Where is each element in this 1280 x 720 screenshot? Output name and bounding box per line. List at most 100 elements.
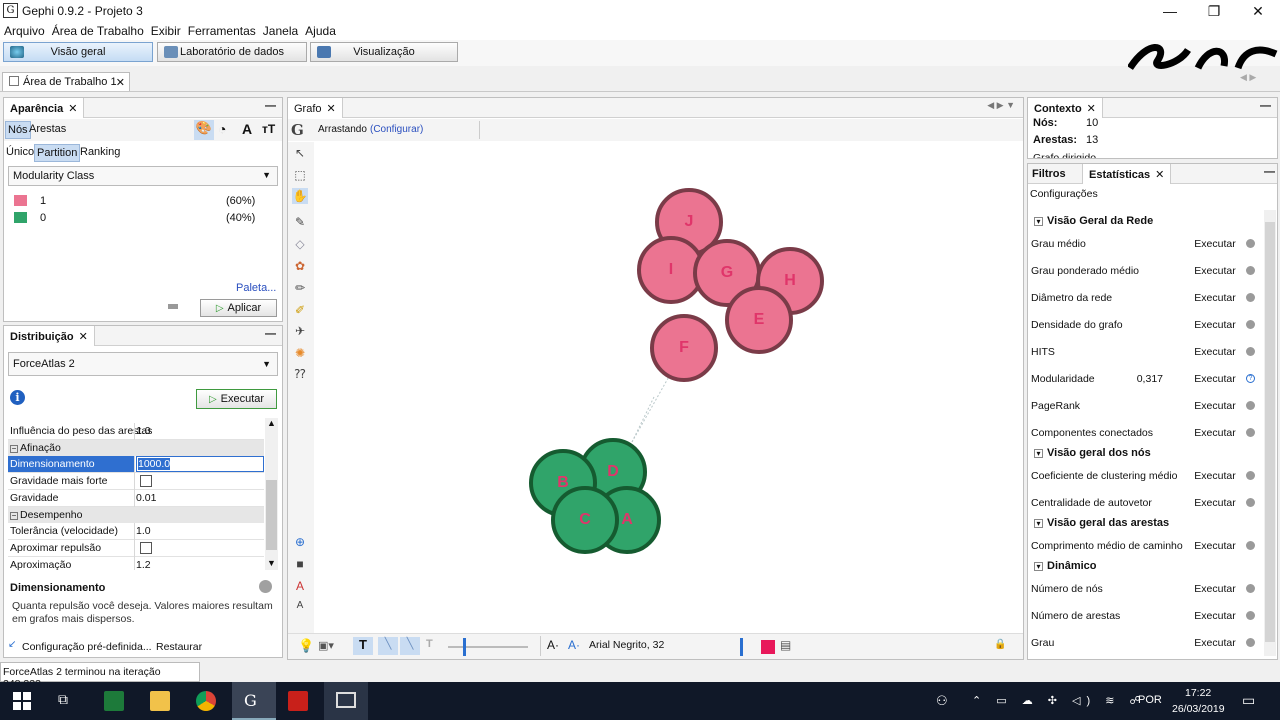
edit-node-icon[interactable]: ⁇ [292, 366, 308, 382]
tab-layout[interactable]: Distribuição ✕ [4, 326, 95, 346]
system-tray-icons[interactable]: ⌃ ▭ ☁ ✣ ◁) ≋ ☍ [972, 694, 1147, 707]
label-size-mode-icon[interactable]: T [426, 638, 433, 650]
property-value[interactable]: 0.01 [136, 492, 156, 504]
scrollbar-thumb[interactable] [266, 480, 277, 550]
preview-button[interactable]: Visualização [310, 42, 458, 62]
apply-button[interactable]: ▷ Aplicar [200, 299, 277, 317]
label-color-icon[interactable]: A [292, 578, 308, 594]
graph-node[interactable]: E [725, 286, 793, 354]
label-size-icon[interactable]: тT [262, 122, 275, 136]
font-selector[interactable]: Arial Negrito, 32 [589, 639, 664, 651]
tab-workspace-1[interactable]: Área de Trabalho 1 ✕ [2, 72, 130, 91]
shortest-path-icon[interactable]: ✈ [292, 323, 308, 339]
select-icon[interactable]: ↖ [292, 145, 308, 161]
chain-icon[interactable] [168, 304, 178, 309]
run-statistic-button[interactable]: Executar [1190, 371, 1240, 387]
menu-area-trabalho[interactable]: Área de Trabalho [48, 22, 147, 38]
minimize-button[interactable]: — [1148, 0, 1192, 22]
property-group[interactable]: − Desempenho [8, 507, 264, 523]
attribute-select[interactable]: Modularity Class ▼ [8, 166, 278, 186]
run-statistic-button[interactable]: Executar [1190, 398, 1240, 414]
collapse-icon[interactable]: ▾ [1034, 519, 1043, 528]
lightbulb-icon[interactable]: 💡 [298, 638, 314, 654]
graph-node[interactable]: C [551, 486, 619, 554]
report-icon[interactable]: ? [1246, 374, 1255, 383]
graph-canvas[interactable]: J I G H E F D B A C [314, 142, 1023, 633]
property-row[interactable]: Tolerância (velocidade) 1.0 [8, 523, 264, 540]
color-palette-icon[interactable]: 🎨 [194, 120, 214, 140]
notifications-icon[interactable]: ▭ [1242, 692, 1255, 709]
overview-button[interactable]: Visão geral [3, 42, 153, 62]
minimize-panel-icon[interactable]: — [265, 100, 276, 112]
partition-color-swatch[interactable] [14, 212, 27, 223]
close-icon[interactable]: ✕ [79, 331, 88, 343]
status-dot-icon[interactable] [1246, 266, 1255, 275]
scroll-up-icon[interactable]: ▲ [267, 418, 276, 428]
drag-icon[interactable]: ✋ [292, 188, 308, 204]
language-indicator[interactable]: POR [1138, 694, 1162, 706]
collapse-icon[interactable]: ▾ [1034, 217, 1043, 226]
run-statistic-button[interactable]: Executar [1190, 581, 1240, 597]
lock-icon[interactable]: 🔒 [994, 639, 1006, 650]
collapse-icon[interactable]: ▾ [1034, 562, 1043, 571]
property-row[interactable]: Gravidade 0.01 [8, 490, 264, 507]
excel-icon[interactable] [104, 691, 124, 711]
scrollbar-thumb[interactable] [1265, 222, 1275, 642]
tab-nodes[interactable]: Nós [5, 121, 31, 139]
painter-icon[interactable]: ✎ [292, 214, 308, 230]
gephi-taskbar-button[interactable]: G [232, 682, 276, 720]
statistics-settings[interactable]: Configurações [1030, 188, 1098, 200]
status-dot-icon[interactable] [1246, 541, 1255, 550]
configure-link[interactable]: (Configurar) [370, 124, 423, 135]
menu-arquivo[interactable]: Arquivo [0, 22, 48, 38]
edge-color-icon[interactable]: ╲ [400, 637, 420, 655]
window-taskbar-button[interactable] [324, 682, 368, 720]
data-lab-button[interactable]: Laboratório de dados [157, 42, 307, 62]
close-window-button[interactable]: ✕ [1236, 0, 1280, 22]
font-settings-icon[interactable]: ▤ [780, 638, 791, 652]
status-dot-icon[interactable] [1246, 293, 1255, 302]
show-labels-icon[interactable]: T [353, 637, 373, 655]
close-icon[interactable]: ✕ [1087, 103, 1096, 115]
brush-icon[interactable]: ✏ [292, 280, 308, 296]
layout-algorithm-select[interactable]: ForceAtlas 2 ▼ [8, 352, 278, 376]
property-value[interactable]: 1.0 [136, 425, 151, 437]
status-dot-icon[interactable] [1246, 471, 1255, 480]
palette-link[interactable]: Paleta... [236, 282, 276, 294]
status-dot-icon[interactable] [1246, 584, 1255, 593]
people-icon[interactable]: ⚇ [936, 693, 948, 709]
close-icon[interactable]: ✕ [68, 103, 77, 115]
run-statistic-button[interactable]: Executar [1190, 495, 1240, 511]
property-edit-field[interactable]: 1000.0 [136, 456, 264, 472]
run-statistic-button[interactable]: Executar [1190, 538, 1240, 554]
status-dot-icon[interactable] [1246, 401, 1255, 410]
size-icon[interactable]: ◔ [218, 121, 226, 137]
status-dot-icon[interactable] [1246, 320, 1255, 329]
clock-date[interactable]: 26/03/2019 [1172, 703, 1225, 715]
property-checkbox[interactable] [140, 475, 152, 487]
background-color-icon[interactable]: ■ [292, 556, 308, 572]
statistics-section-header[interactable]: ▾ Dinâmico [1028, 559, 1261, 575]
run-statistic-button[interactable]: Executar [1190, 635, 1240, 651]
run-statistic-button[interactable]: Executar [1190, 263, 1240, 279]
collapse-icon[interactable]: ▾ [1034, 449, 1043, 458]
status-dot-icon[interactable] [1246, 611, 1255, 620]
close-icon[interactable]: ✕ [1155, 169, 1164, 181]
tab-statistics[interactable]: Estatísticas ✕ [1082, 164, 1172, 184]
font-size-increase-icon[interactable]: A· [568, 638, 580, 652]
minimize-panel-icon[interactable]: — [1264, 166, 1275, 178]
run-statistic-button[interactable]: Executar [1190, 317, 1240, 333]
tab-partition[interactable]: Partition [34, 144, 81, 162]
font-scale-slider-handle[interactable] [740, 638, 743, 656]
run-statistic-button[interactable]: Executar [1190, 236, 1240, 252]
property-row[interactable]: Aproximar repulsão [8, 540, 264, 557]
clock-time[interactable]: 17:22 [1185, 687, 1211, 699]
property-group[interactable]: − Afinação [8, 440, 264, 456]
property-value[interactable]: 1.0 [136, 525, 151, 537]
status-dot-icon[interactable] [1246, 347, 1255, 356]
label-size-slider-handle[interactable] [463, 638, 466, 656]
menu-ferramentas[interactable]: Ferramentas [184, 22, 259, 38]
tab-graph[interactable]: Grafo ✕ [288, 98, 343, 118]
statistics-section-header[interactable]: ▾ Visão geral dos nós [1028, 446, 1261, 462]
close-icon[interactable]: ✕ [327, 103, 336, 115]
